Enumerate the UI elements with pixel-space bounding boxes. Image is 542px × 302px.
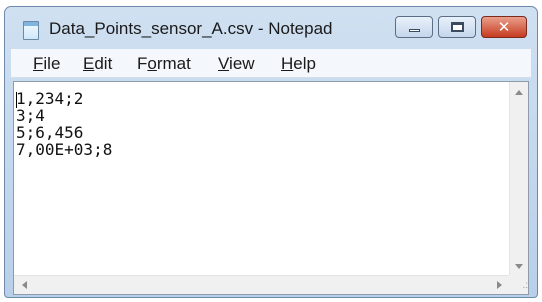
scroll-down-icon[interactable] (515, 264, 523, 269)
minimize-button[interactable] (395, 16, 433, 38)
scroll-up-icon[interactable] (515, 90, 523, 95)
maximize-button[interactable] (438, 16, 476, 38)
window-title: Data_Points_sensor_A.csv - Notepad (49, 19, 333, 38)
close-button[interactable]: ✕ (481, 16, 527, 38)
resize-grip-icon[interactable]: .: (509, 275, 528, 294)
notepad-icon (23, 21, 39, 40)
maximize-icon (451, 22, 464, 32)
notepad-window: Data_Points_sensor_A.csv - Notepad ✕ Fil… (4, 6, 538, 298)
menu-file[interactable]: File (33, 54, 60, 74)
title-bar[interactable]: Data_Points_sensor_A.csv - Notepad ✕ (5, 7, 537, 49)
scroll-left-icon[interactable] (22, 281, 27, 289)
text-caret (16, 92, 17, 108)
close-icon: ✕ (497, 18, 511, 36)
editor-content[interactable]: 1,234;2 3;4 5;6,456 7,00E+03;8 (16, 90, 112, 158)
horizontal-scrollbar[interactable] (14, 275, 510, 294)
caption-buttons: ✕ (390, 16, 527, 38)
menu-help[interactable]: Help (281, 54, 316, 74)
scroll-right-icon[interactable] (497, 281, 502, 289)
menu-edit[interactable]: Edit (83, 54, 112, 74)
menu-view[interactable]: View (218, 54, 255, 74)
menu-bar: File Edit Format View Help (11, 49, 531, 78)
menu-format[interactable]: Format (137, 54, 191, 74)
text-editor[interactable]: 1,234;2 3;4 5;6,456 7,00E+03;8 .: (13, 81, 529, 295)
minimize-icon (409, 29, 420, 32)
vertical-scrollbar[interactable] (509, 82, 528, 277)
